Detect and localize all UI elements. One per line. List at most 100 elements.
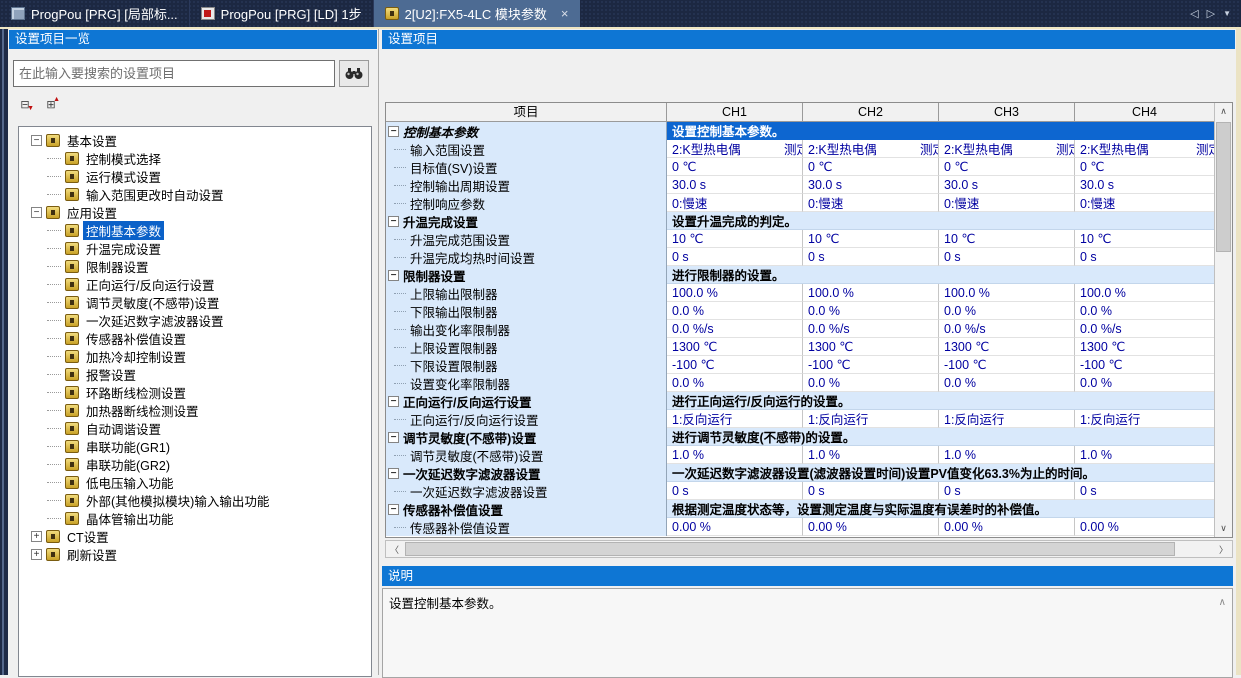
param-value-cell-ch4[interactable]: -100 ℃	[1075, 356, 1214, 374]
param-label-cell[interactable]: −正向运行/反向运行设置	[386, 392, 667, 410]
collapse-icon[interactable]: −	[388, 432, 399, 443]
param-value-cell-ch3[interactable]: 0.0 %/s	[939, 320, 1075, 338]
param-value-cell-ch3[interactable]: 0.0 %	[939, 374, 1075, 392]
param-label-cell[interactable]: 调节灵敏度(不感带)设置	[386, 446, 667, 464]
param-value-cell-ch2[interactable]: 0.0 %	[803, 374, 939, 392]
param-value-cell-ch4[interactable]: 1300 ℃	[1075, 338, 1214, 356]
tree-item-label[interactable]: 报警设置	[83, 365, 139, 384]
param-value-cell-ch3[interactable]: 30.0 s	[939, 176, 1075, 194]
param-value-cell-ch1[interactable]: 0.0 %	[667, 302, 803, 320]
param-value-cell-ch1[interactable]: 1300 ℃	[667, 338, 803, 356]
tree-item-14[interactable]: −环路断线检测设置	[19, 383, 371, 401]
tree-item-label[interactable]: 正向运行/反向运行设置	[83, 275, 217, 294]
param-value-cell-ch4[interactable]: 0 s	[1075, 482, 1214, 500]
param-value-cell-ch3[interactable]: 2:K型热电偶测定	[939, 140, 1075, 158]
tree-item-label[interactable]: 运行模式设置	[83, 167, 164, 186]
horizontal-scrollbar-thumb[interactable]	[405, 542, 1175, 556]
param-label-cell[interactable]: −限制器设置	[386, 266, 667, 284]
horizontal-scrollbar[interactable]: 〈 〉	[385, 540, 1233, 558]
param-value-cell-ch1[interactable]: 0 s	[667, 248, 803, 266]
tree-item-label[interactable]: 一次延迟数字滤波器设置	[83, 311, 227, 330]
tab-scroll-left-icon[interactable]: ◁	[1190, 7, 1198, 20]
param-value-cell-ch1[interactable]: 0.0 %	[667, 374, 803, 392]
param-label-cell[interactable]: 设置变化率限制器	[386, 374, 667, 392]
param-value-cell-ch2[interactable]: 100.0 %	[803, 284, 939, 302]
tab-scroll-right-icon[interactable]: ▷	[1207, 7, 1215, 20]
section-description-cell[interactable]: 进行调节灵敏度(不感带)的设置。	[667, 428, 1214, 446]
tree-item-20[interactable]: −外部(其他模拟模块)输入输出功能	[19, 491, 371, 509]
description-scroll-up-icon[interactable]: ∧	[1219, 597, 1226, 608]
scroll-down-icon[interactable]: ∨	[1215, 520, 1232, 537]
vertical-scrollbar[interactable]: ∧ ∨	[1214, 103, 1232, 537]
param-value-cell-ch3[interactable]: 1300 ℃	[939, 338, 1075, 356]
collapse-icon[interactable]: −	[388, 216, 399, 227]
param-value-cell-ch1[interactable]: 10 ℃	[667, 230, 803, 248]
param-label-cell[interactable]: 上限输出限制器	[386, 284, 667, 302]
vertical-scrollbar-thumb[interactable]	[1216, 122, 1231, 252]
param-value-cell-ch4[interactable]: 100.0 %	[1075, 284, 1214, 302]
param-value-cell-ch4[interactable]: 1:反向运行	[1075, 410, 1214, 428]
tree-item-label[interactable]: 晶体管输出功能	[83, 509, 177, 528]
param-value-cell-ch2[interactable]: 30.0 s	[803, 176, 939, 194]
collapse-icon[interactable]: −	[388, 504, 399, 515]
tree-item-2[interactable]: −运行模式设置	[19, 167, 371, 185]
search-button[interactable]	[339, 60, 369, 87]
param-value-cell-ch1[interactable]: 30.0 s	[667, 176, 803, 194]
param-value-cell-ch2[interactable]: 0 s	[803, 482, 939, 500]
param-value-cell-ch3[interactable]: 100.0 %	[939, 284, 1075, 302]
param-label-cell[interactable]: 一次延迟数字滤波器设置	[386, 482, 667, 500]
tree-item-label[interactable]: 刷新设置	[64, 545, 120, 564]
document-tab-2[interactable]: 2[U2]:FX5-4LC 模块参数×	[374, 0, 580, 27]
tree-item-0[interactable]: −基本设置	[19, 131, 371, 149]
tree-item-label[interactable]: 加热器断线检测设置	[83, 401, 202, 420]
param-value-cell-ch1[interactable]: 1:反向运行	[667, 410, 803, 428]
param-label-cell[interactable]: 输入范围设置	[386, 140, 667, 158]
param-value-cell-ch4[interactable]: 2:K型热电偶测定	[1075, 140, 1214, 158]
section-description-cell[interactable]: 进行正向运行/反向运行的设置。	[667, 392, 1214, 410]
document-tab-0[interactable]: ProgPou [PRG] [局部标...	[0, 0, 190, 27]
tree-item-17[interactable]: −串联功能(GR1)	[19, 437, 371, 455]
param-value-cell-ch2[interactable]: 0:慢速	[803, 194, 939, 212]
param-value-cell-ch3[interactable]: 0 s	[939, 248, 1075, 266]
param-value-cell-ch2[interactable]: -100 ℃	[803, 356, 939, 374]
document-tab-1[interactable]: ProgPou [PRG] [LD] 1步	[190, 0, 374, 27]
tree-item-8[interactable]: −正向运行/反向运行设置	[19, 275, 371, 293]
param-value-cell-ch3[interactable]: 1:反向运行	[939, 410, 1075, 428]
tree-item-label[interactable]: 传感器补偿值设置	[83, 329, 189, 348]
param-value-cell-ch3[interactable]: 0 s	[939, 482, 1075, 500]
param-label-cell[interactable]: 正向运行/反向运行设置	[386, 410, 667, 428]
tree-item-23[interactable]: +刷新设置	[19, 545, 371, 563]
param-label-cell[interactable]: −传感器补偿值设置	[386, 500, 667, 518]
tree-item-label[interactable]: 输入范围更改时自动设置	[83, 185, 227, 204]
param-value-cell-ch4[interactable]: 10 ℃	[1075, 230, 1214, 248]
param-value-cell-ch1[interactable]: 0.0 %/s	[667, 320, 803, 338]
tree-item-label[interactable]: 控制模式选择	[83, 149, 164, 168]
tree-item-11[interactable]: −传感器补偿值设置	[19, 329, 371, 347]
param-value-cell-ch2[interactable]: 1:反向运行	[803, 410, 939, 428]
param-label-cell[interactable]: 升温完成均热时间设置	[386, 248, 667, 266]
search-input[interactable]	[13, 60, 335, 87]
param-value-cell-ch3[interactable]: 0:慢速	[939, 194, 1075, 212]
param-label-cell[interactable]: −调节灵敏度(不感带)设置	[386, 428, 667, 446]
param-value-cell-ch4[interactable]: 0.00 %	[1075, 518, 1214, 536]
param-value-cell-ch1[interactable]: 0:慢速	[667, 194, 803, 212]
collapse-icon[interactable]: −	[31, 135, 42, 146]
scroll-up-icon[interactable]: ∧	[1215, 103, 1232, 120]
tree-item-label[interactable]: 串联功能(GR1)	[83, 437, 173, 456]
collapse-icon[interactable]: −	[31, 207, 42, 218]
tree-item-22[interactable]: +CT设置	[19, 527, 371, 545]
tree-item-label[interactable]: 串联功能(GR2)	[83, 455, 173, 474]
param-value-cell-ch2[interactable]: 2:K型热电偶测定	[803, 140, 939, 158]
collapse-icon[interactable]: −	[388, 126, 399, 137]
param-label-cell[interactable]: 下限输出限制器	[386, 302, 667, 320]
param-value-cell-ch4[interactable]: 0:慢速	[1075, 194, 1214, 212]
param-value-cell-ch2[interactable]: 10 ℃	[803, 230, 939, 248]
param-value-cell-ch2[interactable]: 0.0 %	[803, 302, 939, 320]
scroll-left-icon[interactable]: 〈	[386, 541, 403, 557]
tree-item-label[interactable]: 低电压输入功能	[83, 473, 177, 492]
param-value-cell-ch3[interactable]: 10 ℃	[939, 230, 1075, 248]
section-description-cell[interactable]: 进行限制器的设置。	[667, 266, 1214, 284]
tree-item-label[interactable]: 限制器设置	[83, 257, 152, 276]
tree-item-9[interactable]: −调节灵敏度(不感带)设置	[19, 293, 371, 311]
param-value-cell-ch3[interactable]: 0 ℃	[939, 158, 1075, 176]
